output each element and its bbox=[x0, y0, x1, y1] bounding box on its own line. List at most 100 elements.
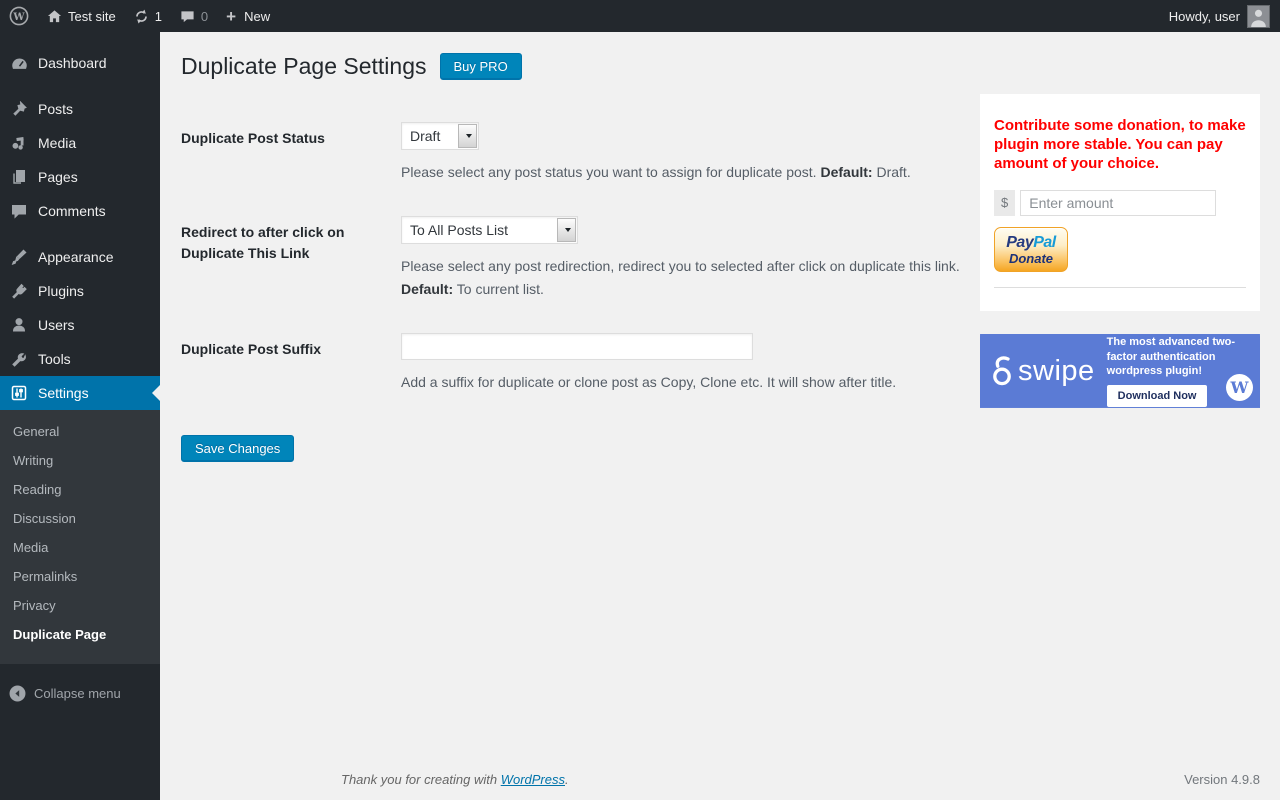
submenu-item-writing[interactable]: Writing bbox=[0, 446, 160, 475]
currency-symbol: $ bbox=[994, 190, 1016, 216]
paintbrush-icon bbox=[9, 249, 29, 266]
sidebar-item-label: Appearance bbox=[38, 249, 114, 265]
updates-menu[interactable]: 1 bbox=[125, 0, 171, 32]
settings-submenu: General Writing Reading Discussion Media… bbox=[0, 410, 160, 664]
download-now-button[interactable]: Download Now bbox=[1106, 385, 1208, 408]
collapse-menu-label: Collapse menu bbox=[34, 686, 121, 701]
collapse-menu-button[interactable]: Collapse menu bbox=[0, 677, 160, 710]
sidebar-item-media[interactable]: Media bbox=[0, 126, 160, 160]
redirect-select[interactable]: To All Posts List bbox=[401, 215, 578, 244]
swipe-brand: swipe bbox=[990, 354, 1095, 388]
donation-panel: Contribute some donation, to make plugin… bbox=[980, 94, 1260, 311]
plug-icon bbox=[9, 283, 29, 300]
swipe-brand-name: swipe bbox=[1018, 354, 1095, 387]
new-label: New bbox=[244, 8, 271, 24]
avatar-silhouette-icon bbox=[1251, 9, 1266, 27]
sidebar-item-label: Posts bbox=[38, 101, 74, 117]
field-description: Please select any post status you want t… bbox=[401, 163, 911, 180]
site-name-menu[interactable]: Test site bbox=[38, 0, 125, 32]
buy-pro-button[interactable]: Buy PRO bbox=[439, 53, 522, 81]
home-icon bbox=[47, 9, 62, 22]
submenu-item-general[interactable]: General bbox=[0, 417, 160, 446]
sidebar-item-settings[interactable]: Settings bbox=[0, 376, 160, 410]
updates-icon bbox=[135, 9, 147, 23]
sidebar-item-appearance[interactable]: Appearance bbox=[0, 240, 160, 274]
swipe-ad-banner[interactable]: swipe The most advanced two-factor authe… bbox=[980, 334, 1260, 408]
form-row-post-status: Duplicate Post Status Draft Please selec… bbox=[181, 121, 960, 183]
pages-icon bbox=[9, 169, 29, 186]
plus-icon: + bbox=[226, 6, 237, 26]
footer-version: Version 4.9.8 bbox=[1184, 772, 1260, 787]
sidebar-item-users[interactable]: Users bbox=[0, 308, 160, 342]
account-menu[interactable]: Howdy, user bbox=[1159, 0, 1280, 32]
post-status-select[interactable]: Draft bbox=[401, 121, 479, 150]
sidebar-item-posts[interactable]: Posts bbox=[0, 92, 160, 126]
sidebar-item-tools[interactable]: Tools bbox=[0, 342, 160, 376]
content-area: Duplicate Page Settings Buy PRO Duplicat… bbox=[160, 0, 1280, 800]
sidebar-item-plugins[interactable]: Plugins bbox=[0, 274, 160, 308]
submenu-item-privacy[interactable]: Privacy bbox=[0, 591, 160, 620]
sidebar-item-label: Plugins bbox=[38, 283, 84, 299]
submenu-item-permalinks[interactable]: Permalinks bbox=[0, 562, 160, 591]
sidebar-item-label: Settings bbox=[38, 385, 89, 401]
suffix-input[interactable] bbox=[401, 332, 753, 360]
paypal-logo: PayPal bbox=[1006, 233, 1056, 251]
form-row-suffix: Duplicate Post Suffix Add a suffix for d… bbox=[181, 332, 960, 393]
sidebar-item-label: Media bbox=[38, 135, 77, 151]
submenu-item-media[interactable]: Media bbox=[0, 533, 160, 562]
admin-bar: W Test site 1 0 + New Howdy, user bbox=[0, 0, 1280, 32]
svg-text:W: W bbox=[12, 12, 25, 23]
settings-sliders-icon bbox=[9, 385, 29, 402]
submenu-item-duplicate-page[interactable]: Duplicate Page bbox=[0, 620, 160, 649]
page-title: Duplicate Page Settings bbox=[181, 53, 427, 79]
submenu-item-reading[interactable]: Reading bbox=[0, 475, 160, 504]
field-label: Redirect to after click on Duplicate Thi… bbox=[181, 223, 345, 261]
wordpress-logo-menu[interactable]: W bbox=[0, 0, 38, 32]
donation-message: Contribute some donation, to make plugin… bbox=[994, 117, 1246, 172]
sidebar-item-label: Dashboard bbox=[38, 55, 107, 71]
sidebar-item-dashboard[interactable]: Dashboard bbox=[0, 46, 160, 80]
right-column: Contribute some donation, to make plugin… bbox=[980, 94, 1260, 408]
paypal-donate-button[interactable]: PayPal Donate bbox=[994, 227, 1068, 272]
new-menu[interactable]: + New bbox=[217, 0, 279, 32]
wrench-icon bbox=[9, 351, 29, 368]
update-count: 1 bbox=[154, 8, 162, 24]
banner-text: The most advanced two-factor authenticat… bbox=[1106, 335, 1236, 378]
comments-icon bbox=[9, 203, 29, 220]
avatar bbox=[1247, 4, 1270, 28]
wordpress-logo-icon: W bbox=[9, 6, 29, 26]
save-changes-button[interactable]: Save Changes bbox=[181, 434, 295, 462]
footer-thanks: Thank you for creating with WordPress. bbox=[341, 772, 569, 787]
howdy-text: Howdy, user bbox=[1168, 8, 1240, 24]
swipe-logo-icon bbox=[993, 356, 1011, 386]
divider bbox=[994, 287, 1246, 299]
default-label: Default: bbox=[401, 280, 454, 297]
sidebar-item-comments[interactable]: Comments bbox=[0, 194, 160, 228]
form-row-redirect: Redirect to after click on Duplicate Thi… bbox=[181, 215, 960, 300]
field-label: Duplicate Post Status bbox=[181, 129, 325, 146]
dashboard-icon bbox=[9, 55, 29, 72]
field-description: Please select any post redirection, redi… bbox=[401, 257, 960, 297]
sidebar-item-pages[interactable]: Pages bbox=[0, 160, 160, 194]
default-label: Default: bbox=[820, 163, 873, 180]
pushpin-icon bbox=[9, 101, 29, 118]
field-description: Add a suffix for duplicate or clone post… bbox=[401, 373, 897, 390]
donation-amount-input[interactable] bbox=[1020, 190, 1217, 216]
wordpress-mark-icon: W bbox=[1226, 374, 1253, 401]
collapse-arrow-icon bbox=[9, 685, 26, 702]
comments-menu[interactable]: 0 bbox=[171, 0, 217, 32]
media-icon bbox=[9, 135, 29, 152]
site-name: Test site bbox=[68, 8, 116, 24]
sidebar-item-label: Users bbox=[38, 317, 75, 333]
wordpress-link[interactable]: WordPress bbox=[501, 772, 565, 787]
sidebar-item-label: Comments bbox=[38, 203, 106, 219]
user-icon bbox=[9, 317, 29, 334]
sidebar-item-label: Tools bbox=[38, 351, 71, 367]
footer: Thank you for creating with WordPress. V… bbox=[341, 772, 1260, 787]
comment-bubble-icon bbox=[181, 10, 194, 22]
submenu-item-discussion[interactable]: Discussion bbox=[0, 504, 160, 533]
sidebar-item-label: Pages bbox=[38, 169, 78, 185]
field-label: Duplicate Post Suffix bbox=[181, 340, 322, 357]
paypal-donate-label: Donate bbox=[1008, 250, 1054, 266]
admin-sidebar: Dashboard Posts Media Pages Comments App… bbox=[0, 32, 160, 800]
